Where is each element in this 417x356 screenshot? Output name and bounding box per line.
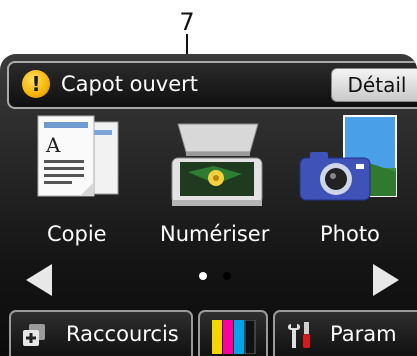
scanner-icon bbox=[171, 123, 263, 206]
scan-tile[interactable] bbox=[166, 114, 266, 216]
photo-tile[interactable] bbox=[298, 114, 398, 216]
settings-tools-icon bbox=[288, 322, 310, 348]
right-arrow-button[interactable] bbox=[369, 262, 403, 298]
shortcuts-icon bbox=[23, 324, 45, 346]
detail-button[interactable]: Détail bbox=[331, 68, 417, 102]
callout-number: 7 bbox=[179, 8, 195, 36]
camera-icon bbox=[299, 115, 397, 201]
copy-icon: A bbox=[37, 115, 119, 197]
lcd-screen: ! Capot ouvert Détail A Copie Numériser … bbox=[0, 54, 417, 356]
settings-button[interactable]: Param bbox=[273, 310, 417, 356]
ink-levels-icon bbox=[212, 320, 256, 354]
ink-button[interactable] bbox=[198, 310, 268, 356]
settings-label: Param bbox=[330, 322, 397, 346]
page-dot-active bbox=[199, 272, 207, 280]
shortcuts-button[interactable]: Raccourcis bbox=[9, 310, 193, 356]
shortcuts-label: Raccourcis bbox=[66, 322, 179, 346]
page-dot bbox=[223, 272, 231, 280]
photo-label: Photo bbox=[320, 222, 380, 246]
status-bar: ! Capot ouvert Détail bbox=[7, 61, 417, 109]
status-message: Capot ouvert bbox=[61, 72, 198, 96]
copy-tile[interactable]: A bbox=[36, 114, 122, 216]
svg-text:A: A bbox=[45, 133, 61, 157]
left-arrow-button[interactable] bbox=[22, 262, 56, 298]
scan-label: Numériser bbox=[160, 222, 270, 246]
copy-label: Copie bbox=[47, 222, 107, 246]
warning-icon: ! bbox=[22, 70, 50, 98]
